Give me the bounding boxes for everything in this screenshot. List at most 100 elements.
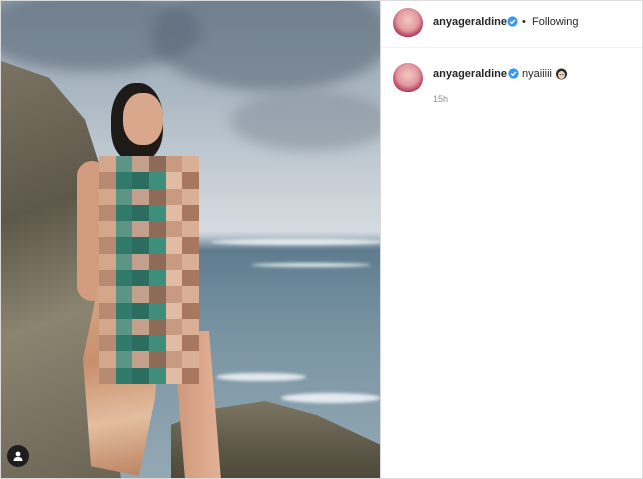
censor-block — [115, 172, 133, 189]
censor-block — [115, 237, 133, 254]
censor-block — [148, 270, 166, 287]
censor-block — [148, 156, 166, 173]
censor-block — [115, 318, 133, 336]
censor-block — [148, 302, 166, 319]
censor-block — [182, 237, 199, 254]
censor-block — [165, 204, 183, 222]
censor-block — [182, 188, 199, 205]
censor-block — [165, 253, 183, 270]
author-username[interactable]: anyageraldine — [433, 16, 507, 28]
censor-block — [165, 221, 183, 238]
censor-block — [148, 318, 166, 336]
censor-block — [99, 318, 116, 336]
wave — [281, 393, 380, 403]
censor-block — [182, 351, 199, 368]
censor-block — [165, 367, 183, 384]
censor-block — [115, 335, 133, 352]
censor-block — [99, 351, 116, 368]
comment-author-username[interactable]: anyageraldine — [433, 68, 507, 80]
censor-block — [115, 253, 133, 270]
censor-block — [99, 237, 116, 254]
censor-block — [99, 286, 116, 303]
censor-block — [99, 335, 116, 352]
pixelated-censor — [99, 156, 199, 384]
censor-block — [99, 302, 116, 319]
censor-block — [132, 270, 149, 287]
censor-block — [115, 302, 133, 319]
instagram-post-view: anyageraldine • Following anyageraldine … — [0, 0, 643, 479]
post-photo[interactable] — [1, 1, 380, 478]
verified-badge-icon — [507, 16, 518, 27]
face-with-hair-emoji — [556, 68, 567, 80]
following-button[interactable]: Following — [532, 16, 578, 28]
censor-block — [115, 367, 133, 384]
user-tag-button[interactable] — [7, 445, 29, 467]
censor-block — [182, 302, 199, 319]
censor-block — [148, 221, 166, 238]
censor-block — [132, 351, 149, 368]
censor-block — [99, 270, 116, 287]
censor-block — [182, 270, 199, 287]
separator-dot: • — [522, 16, 526, 28]
censor-block — [99, 172, 116, 189]
post-sidebar: anyageraldine • Following anyageraldine … — [380, 1, 642, 478]
comment-timestamp: 15h — [433, 94, 449, 104]
censor-block — [148, 367, 166, 384]
censor-block — [182, 172, 199, 189]
censor-block — [99, 221, 116, 238]
censor-block — [165, 270, 183, 287]
cloud — [151, 1, 380, 91]
censor-block — [182, 253, 199, 270]
wave — [211, 239, 380, 245]
censor-block — [115, 221, 133, 238]
author-avatar[interactable] — [393, 8, 423, 38]
censor-block — [115, 351, 133, 368]
censor-block — [148, 237, 166, 254]
censor-block — [182, 367, 199, 384]
censor-block — [99, 253, 116, 270]
censor-block — [99, 367, 116, 384]
censor-block — [132, 221, 149, 238]
censor-block — [99, 156, 116, 173]
censor-block — [99, 188, 116, 205]
censor-block — [148, 335, 166, 352]
censor-block — [115, 188, 133, 205]
censor-block — [165, 302, 183, 319]
post-header: anyageraldine • Following — [381, 1, 642, 48]
censor-block — [165, 156, 183, 173]
censor-block — [132, 237, 149, 254]
censor-block — [148, 172, 166, 189]
cloud — [231, 91, 380, 151]
censor-block — [132, 172, 149, 189]
censor-block — [115, 204, 133, 222]
censor-block — [99, 204, 116, 222]
censor-block — [182, 221, 199, 238]
censor-block — [148, 204, 166, 222]
wave — [216, 373, 306, 381]
censor-block — [165, 188, 183, 205]
censor-block — [132, 318, 149, 336]
censor-block — [182, 286, 199, 303]
censor-block — [148, 286, 166, 303]
comment-author-avatar[interactable] — [393, 63, 423, 93]
censor-block — [132, 335, 149, 352]
censor-block — [148, 253, 166, 270]
wave — [251, 263, 371, 267]
censor-block — [132, 286, 149, 303]
censor-block — [132, 188, 149, 205]
verified-badge-icon — [508, 68, 519, 79]
censor-block — [132, 253, 149, 270]
censor-block — [182, 318, 199, 336]
censor-block — [115, 286, 133, 303]
censor-block — [115, 270, 133, 287]
censor-block — [182, 335, 199, 352]
censor-block — [132, 367, 149, 384]
censor-block — [132, 156, 149, 173]
censor-block — [165, 318, 183, 336]
censor-block — [148, 351, 166, 368]
censor-block — [165, 237, 183, 254]
user-tag-icon — [13, 451, 23, 461]
censor-block — [148, 188, 166, 205]
censor-block — [165, 335, 183, 352]
censor-block — [182, 156, 199, 173]
